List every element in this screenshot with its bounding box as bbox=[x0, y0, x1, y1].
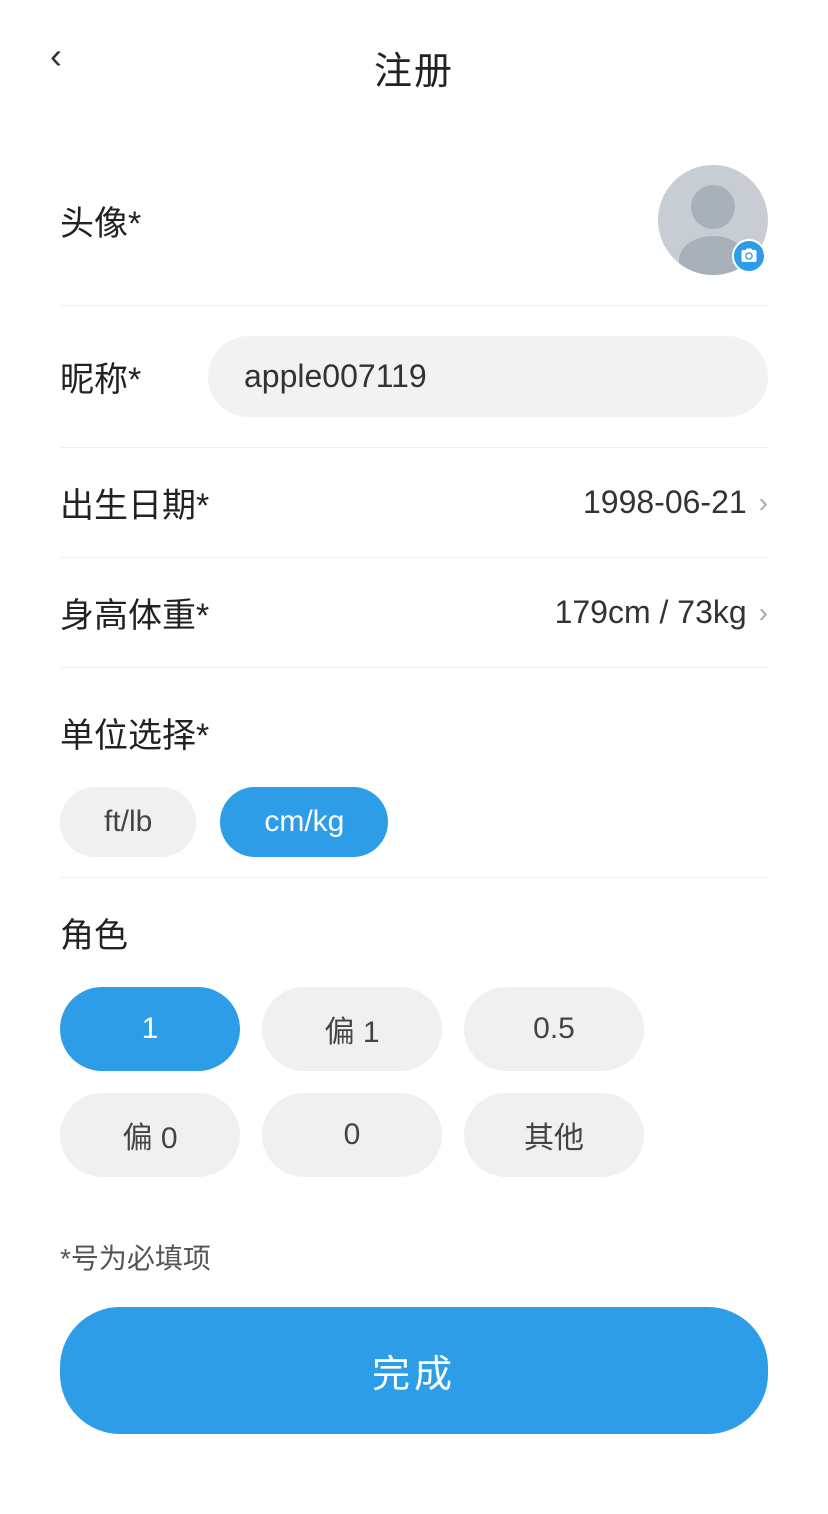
page: ‹ 注册 头像* bbox=[0, 0, 828, 1514]
unit-buttons: ft/lb cm/kg bbox=[60, 787, 768, 857]
height-weight-label: 身高体重* bbox=[60, 588, 209, 637]
role-other-button[interactable]: 其他 bbox=[464, 1093, 644, 1177]
birthday-label: 出生日期* bbox=[60, 478, 209, 527]
height-weight-value: 179cm / 73kg bbox=[555, 594, 747, 631]
role-bias1-button[interactable]: 偏 1 bbox=[262, 987, 442, 1071]
submit-button[interactable]: 完成 bbox=[60, 1307, 768, 1434]
role-buttons: 1 偏 1 0.5 偏 0 0 其他 bbox=[60, 987, 768, 1177]
birthday-value-container[interactable]: 1998-06-21 › bbox=[583, 484, 768, 521]
birthday-chevron-icon: › bbox=[759, 487, 768, 519]
camera-badge[interactable] bbox=[732, 239, 766, 273]
avatar-label: 头像* bbox=[60, 196, 141, 245]
content: 头像* 昵称* bbox=[0, 115, 828, 1514]
unit-cmkg-button[interactable]: cm/kg bbox=[220, 787, 388, 857]
unit-section: 单位选择* ft/lb cm/kg bbox=[60, 668, 768, 877]
nickname-input[interactable] bbox=[208, 336, 768, 417]
avatar-upload[interactable] bbox=[658, 165, 768, 275]
unit-label: 单位选择* bbox=[60, 708, 768, 757]
birthday-row[interactable]: 出生日期* 1998-06-21 › bbox=[60, 448, 768, 558]
camera-icon bbox=[740, 247, 758, 265]
back-button[interactable]: ‹ bbox=[50, 38, 62, 74]
page-title: 注册 bbox=[374, 40, 454, 95]
birthday-value: 1998-06-21 bbox=[583, 484, 747, 521]
height-weight-chevron-icon: › bbox=[759, 597, 768, 629]
avatar-row: 头像* bbox=[60, 135, 768, 306]
height-weight-value-container[interactable]: 179cm / 73kg › bbox=[555, 594, 768, 631]
role-05-button[interactable]: 0.5 bbox=[464, 987, 644, 1071]
nickname-row: 昵称* bbox=[60, 306, 768, 448]
header: ‹ 注册 bbox=[0, 0, 828, 115]
role-bias0-button[interactable]: 偏 0 bbox=[60, 1093, 240, 1177]
role-1-button[interactable]: 1 bbox=[60, 987, 240, 1071]
role-label: 角色 bbox=[60, 908, 768, 957]
role-0-button[interactable]: 0 bbox=[262, 1093, 442, 1177]
unit-ftlb-button[interactable]: ft/lb bbox=[60, 787, 196, 857]
height-weight-row[interactable]: 身高体重* 179cm / 73kg › bbox=[60, 558, 768, 668]
required-hint: *号为必填项 bbox=[60, 1237, 768, 1277]
nickname-label: 昵称* bbox=[60, 352, 141, 401]
role-section: 角色 1 偏 1 0.5 偏 0 0 其他 bbox=[60, 878, 768, 1197]
